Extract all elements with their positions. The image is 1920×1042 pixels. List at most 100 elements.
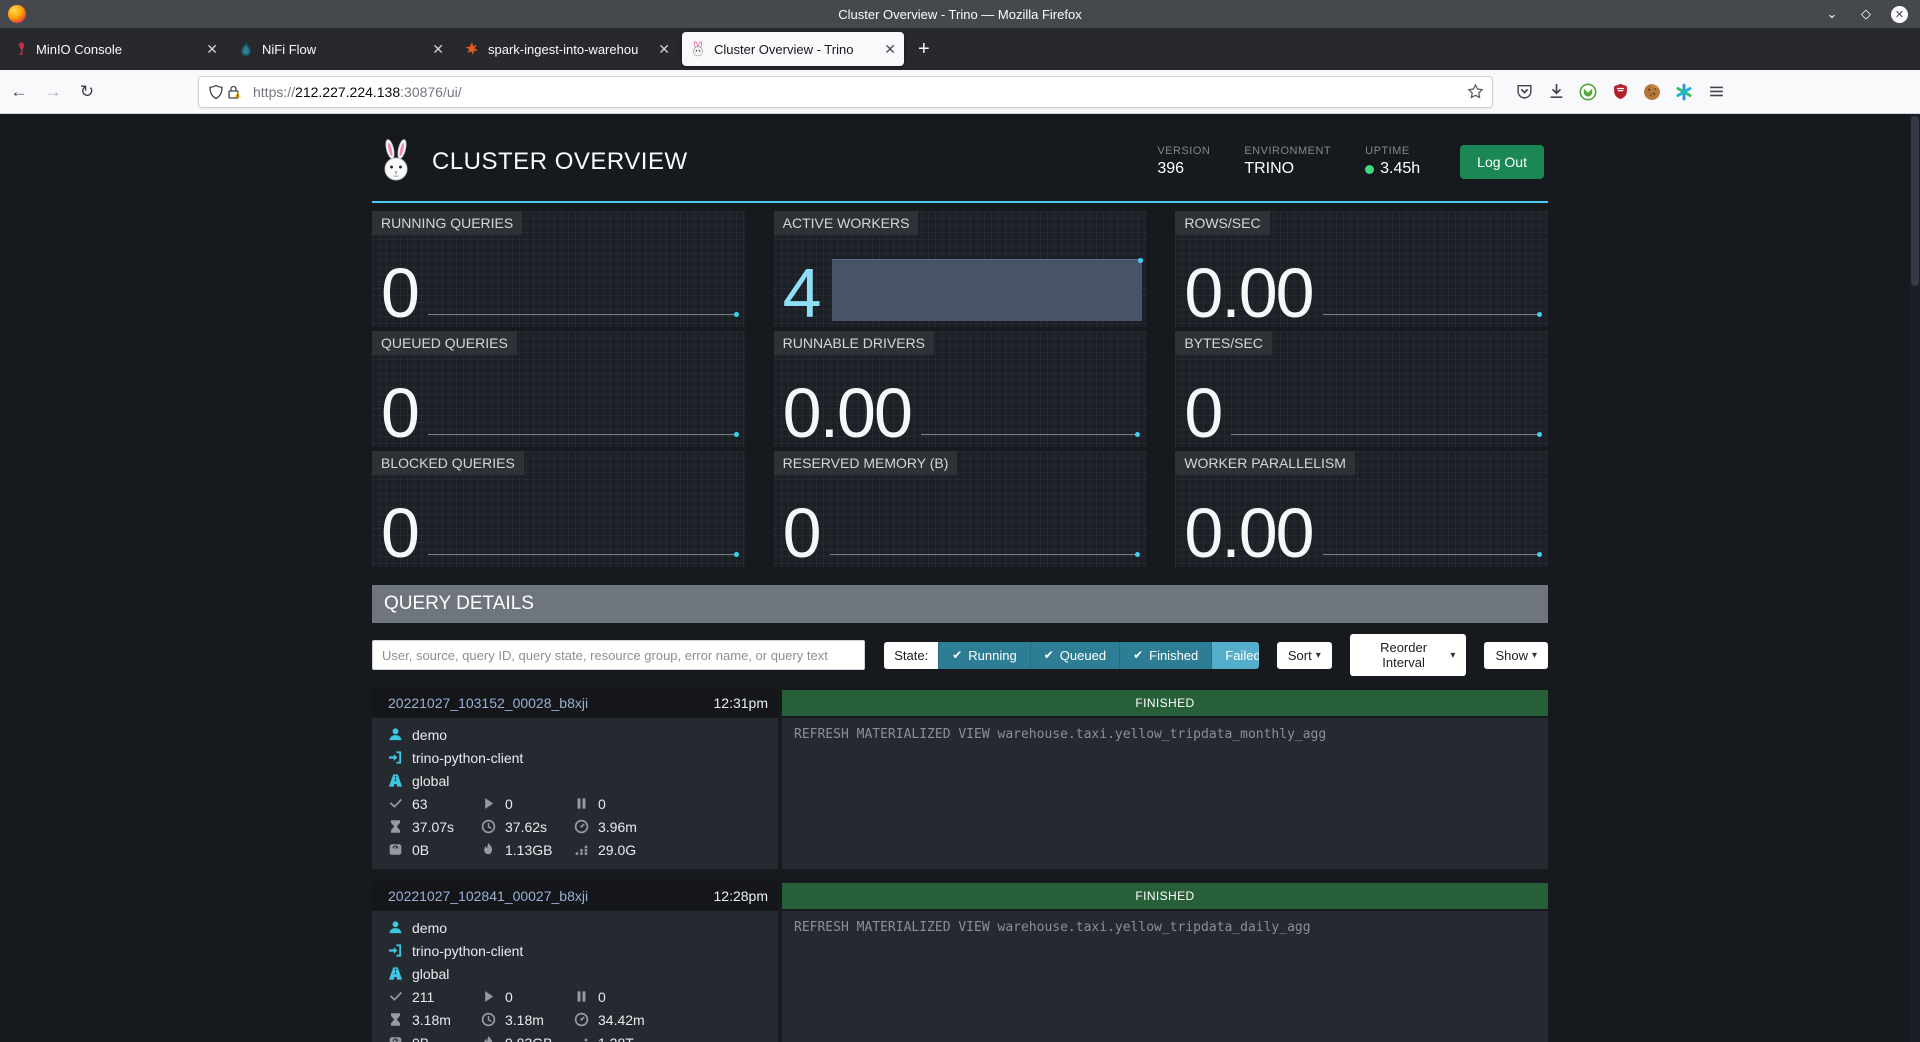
tab-label: NiFi Flow: [262, 42, 426, 57]
tab-close-icon[interactable]: ✕: [884, 41, 896, 58]
uptime-stat: UPTIME 3.45h: [1365, 145, 1420, 178]
sparkline: [1323, 314, 1541, 315]
sparkline-dot: [1135, 552, 1140, 557]
new-tab-button[interactable]: +: [908, 38, 940, 61]
query-resource-group: global: [412, 773, 449, 789]
stat-rows-per-sec: ROWS/SEC 0.00: [1175, 211, 1548, 327]
query-search-input[interactable]: [372, 640, 865, 670]
cpu-time: 34.42m: [598, 1012, 645, 1028]
stat-label: BLOCKED QUERIES: [372, 451, 524, 475]
current-memory: 0B: [412, 842, 429, 858]
completed-splits: 211: [412, 989, 434, 1005]
sparkline-dot: [1138, 258, 1143, 263]
sort-dropdown[interactable]: Sort▾: [1277, 642, 1332, 669]
download-icon[interactable]: [1547, 83, 1565, 101]
state-queued-button[interactable]: ✔Queued: [1030, 642, 1119, 669]
back-button[interactable]: ←: [4, 77, 34, 107]
stat-label: RUNNABLE DRIVERS: [774, 331, 934, 355]
scrollbar-thumb[interactable]: [1911, 116, 1919, 286]
hourglass-icon: [388, 1012, 403, 1027]
url-bar[interactable]: https://212.227.224.138:30876/ui/: [198, 76, 1493, 108]
query-source: trino-python-client: [412, 943, 523, 959]
state-filter-group: State: ✔Running ✔Queued ✔Finished Failed…: [884, 642, 1259, 669]
url-text: https://212.227.224.138:30876/ui/: [253, 84, 1466, 100]
sparkline-dot: [1537, 432, 1542, 437]
sparkline-dot: [1135, 432, 1140, 437]
sparkline-area: [832, 259, 1143, 321]
trino-bunny-icon: [690, 41, 706, 57]
privacy-extension-icon[interactable]: [1579, 83, 1597, 101]
sparkline: [830, 554, 1140, 555]
sparkline-dot: [734, 312, 739, 317]
source-signin-icon: [388, 750, 403, 765]
minimize-button[interactable]: ⌄: [1823, 5, 1841, 23]
caret-down-icon: ▾: [1316, 650, 1321, 661]
sparkline-dot: [1537, 312, 1542, 317]
tab-close-icon[interactable]: ✕: [432, 41, 444, 58]
bookmark-star-icon[interactable]: [1466, 83, 1484, 101]
page-scrollbar[interactable]: [1910, 114, 1920, 1042]
tab-bar: MinIO Console ✕ NiFi Flow ✕ spark-ingest…: [0, 28, 1920, 70]
version-label: VERSION: [1157, 145, 1210, 157]
maximize-button[interactable]: ◇: [1857, 5, 1875, 23]
cluster-header: CLUSTER OVERVIEW VERSION 396 ENVIRONMENT…: [372, 114, 1548, 203]
tab-close-icon[interactable]: ✕: [206, 41, 218, 58]
ublock-shield-icon[interactable]: [1611, 83, 1629, 101]
query-details-title: QUERY DETAILS: [372, 585, 1548, 623]
nifi-drop-icon: [238, 41, 254, 57]
stat-active-workers: ACTIVE WORKERS 4: [774, 211, 1147, 327]
menu-hamburger-icon[interactable]: [1707, 83, 1725, 101]
stat-value: 0: [381, 385, 418, 442]
environment-stat: ENVIRONMENT TRINO: [1244, 145, 1331, 178]
fire-icon: [481, 842, 496, 857]
stat-label: ROWS/SEC: [1175, 211, 1269, 235]
lock-warning-icon[interactable]: [225, 83, 243, 101]
state-filter-label: State:: [884, 642, 938, 669]
tracking-shield-icon[interactable]: [207, 83, 225, 101]
tab-cluster-overview[interactable]: Cluster Overview - Trino ✕: [682, 32, 904, 66]
uptime-value: 3.45h: [1380, 160, 1420, 178]
sparkle-extension-icon[interactable]: [1675, 83, 1693, 101]
tab-label: spark-ingest-into-warehou: [488, 42, 652, 57]
check-icon: [388, 796, 403, 811]
sparkline: [1231, 434, 1541, 435]
sparkline: [428, 314, 738, 315]
logout-button[interactable]: Log Out: [1460, 145, 1544, 179]
reorder-interval-dropdown[interactable]: Reorder Interval▾: [1350, 634, 1467, 676]
query-row: 20221027_103152_00028_b8xji 12:31pm FINI…: [372, 688, 1548, 869]
uptime-label: UPTIME: [1365, 145, 1420, 157]
cluster-stats-grid: RUNNING QUERIES 0 ACTIVE WORKERS 4 ROWS/…: [372, 211, 1548, 567]
state-finished-button[interactable]: ✔Finished: [1119, 642, 1211, 669]
query-id-link[interactable]: 20221027_103152_00028_b8xji: [388, 695, 714, 711]
reload-button[interactable]: ↻: [72, 77, 102, 107]
check-icon: ✔: [952, 648, 962, 662]
show-dropdown[interactable]: Show▾: [1484, 642, 1548, 669]
clock-icon: [481, 819, 496, 834]
pocket-icon[interactable]: [1515, 83, 1533, 101]
query-id-link[interactable]: 20221027_102841_00027_b8xji: [388, 888, 714, 904]
running-splits: 0: [505, 796, 513, 812]
sparkline: [428, 554, 738, 555]
forward-button[interactable]: →: [38, 77, 68, 107]
tab-minio-console[interactable]: MinIO Console ✕: [4, 32, 226, 66]
state-failed-dropdown[interactable]: Failed▾: [1211, 642, 1259, 669]
query-source: trino-python-client: [412, 750, 523, 766]
stat-label: QUEUED QUERIES: [372, 331, 517, 355]
scale-icon: [388, 1035, 403, 1042]
cpu-time: 3.96m: [598, 819, 637, 835]
cookie-extension-icon[interactable]: [1643, 83, 1661, 101]
state-running-button[interactable]: ✔Running: [938, 642, 1030, 669]
user-icon: [388, 920, 403, 935]
tab-close-icon[interactable]: ✕: [658, 41, 670, 58]
tab-spark-notebook[interactable]: spark-ingest-into-warehou ✕: [456, 32, 678, 66]
url-path: :30876/ui/: [400, 84, 462, 100]
query-text: REFRESH MATERIALIZED VIEW warehouse.taxi…: [782, 911, 1548, 1042]
stat-bytes-per-sec: BYTES/SEC 0: [1175, 331, 1548, 447]
query-text: REFRESH MATERIALIZED VIEW warehouse.taxi…: [782, 718, 1548, 869]
running-splits: 0: [505, 989, 513, 1005]
tab-nifi-flow[interactable]: NiFi Flow ✕: [230, 32, 452, 66]
stat-value: 0: [381, 505, 418, 562]
cumulative-chart-icon: [574, 842, 589, 857]
stat-label: ACTIVE WORKERS: [774, 211, 919, 235]
close-button[interactable]: ✕: [1891, 6, 1908, 23]
